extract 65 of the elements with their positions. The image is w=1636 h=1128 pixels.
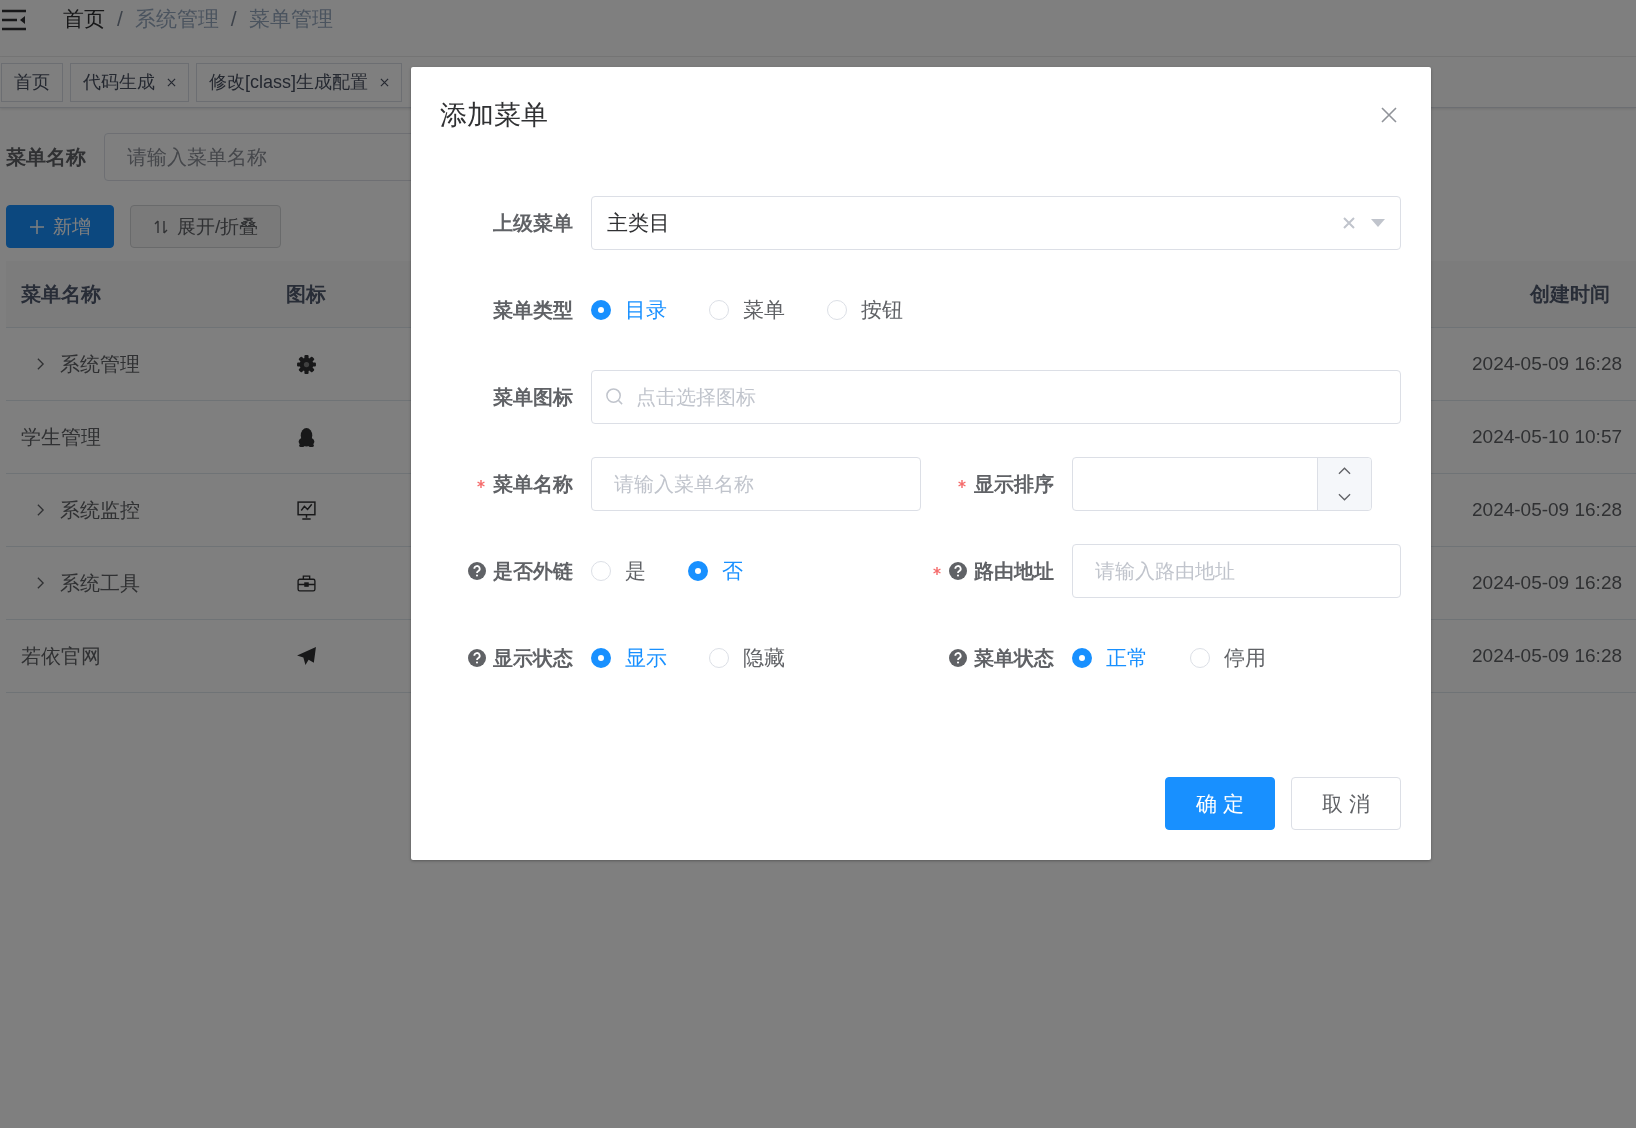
close-icon[interactable] bbox=[1381, 107, 1397, 123]
sort-arrows-icon bbox=[153, 218, 169, 235]
toolbar-button[interactable]: 新增 bbox=[6, 205, 114, 248]
table-cell-text: 2024-05-09 16:28 bbox=[1472, 499, 1623, 521]
table-cell-text: 2024-05-09 16:28 bbox=[1472, 572, 1623, 594]
briefcase-icon bbox=[295, 572, 317, 594]
paper-plane-icon bbox=[295, 645, 317, 667]
column-header: 图标 bbox=[285, 281, 327, 307]
dialog-button[interactable]: 取 消 bbox=[1291, 777, 1401, 830]
close-icon[interactable] bbox=[380, 77, 389, 87]
field-label: 菜单状态 bbox=[973, 645, 1054, 671]
table-cell-text: 2024-05-10 10:57 bbox=[1472, 426, 1623, 448]
page-tab[interactable]: 修改[class]生成配置 bbox=[196, 62, 402, 102]
field-label: 上级菜单 bbox=[493, 210, 573, 236]
monitor-chart-icon bbox=[295, 499, 317, 521]
table-cell-text: 系统工具 bbox=[60, 570, 140, 596]
field-label: 菜单图标 bbox=[493, 384, 573, 410]
close-icon[interactable] bbox=[167, 77, 176, 87]
table-cell-text: 学生管理 bbox=[21, 424, 101, 450]
search-label: 菜单名称 bbox=[6, 144, 86, 170]
radio-option[interactable]: 目录 bbox=[591, 296, 667, 324]
help-icon[interactable] bbox=[468, 649, 486, 667]
expand-chevron-icon[interactable] bbox=[36, 576, 45, 590]
radio-option[interactable]: 显示 bbox=[591, 644, 667, 672]
expand-chevron-icon[interactable] bbox=[36, 503, 45, 517]
search-icon bbox=[605, 387, 624, 406]
radio-option[interactable]: 是 bbox=[591, 557, 646, 585]
help-icon[interactable] bbox=[468, 562, 486, 580]
radio-option[interactable]: 隐藏 bbox=[709, 644, 785, 672]
page-tab[interactable]: 首页 bbox=[1, 62, 63, 102]
breadcrumb-item[interactable]: 首页 bbox=[63, 5, 105, 33]
table-cell-text: 若依官网 bbox=[21, 643, 101, 669]
table-cell-text: 系统管理 bbox=[60, 351, 140, 377]
radio-option[interactable]: 菜单 bbox=[709, 296, 785, 324]
help-icon[interactable] bbox=[948, 649, 967, 667]
icon-picker-field[interactable]: 点击选择图标 bbox=[591, 370, 1401, 424]
field-label: 显示状态 bbox=[493, 645, 573, 671]
dialog-button[interactable]: 确 定 bbox=[1165, 777, 1275, 830]
help-icon[interactable] bbox=[948, 562, 967, 580]
field-label: 显示排序 bbox=[973, 471, 1054, 497]
table-cell-text: 2024-05-09 16:28 bbox=[1472, 645, 1623, 667]
text-field[interactable]: 请输入路由地址 bbox=[1071, 544, 1401, 598]
field-label: 菜单名称 bbox=[493, 471, 573, 497]
breadcrumb-separator: / bbox=[117, 7, 123, 31]
radio-option[interactable]: 否 bbox=[688, 557, 743, 585]
text-field[interactable]: 请输入菜单名称 bbox=[591, 457, 921, 511]
radio-option[interactable]: 正常 bbox=[1071, 644, 1148, 672]
decrease-icon[interactable] bbox=[1337, 493, 1351, 501]
expand-chevron-icon[interactable] bbox=[36, 357, 45, 371]
breadcrumb-separator: / bbox=[230, 7, 237, 31]
radio-option[interactable]: 按钮 bbox=[827, 296, 903, 324]
column-header: 创建时间 bbox=[1528, 281, 1611, 307]
increase-icon[interactable] bbox=[1337, 467, 1351, 475]
page-tab[interactable]: 代码生成 bbox=[70, 62, 189, 102]
menu-fold-icon[interactable] bbox=[1, 9, 27, 31]
field-label: 路由地址 bbox=[973, 558, 1054, 584]
table-cell-text: 2024-05-09 16:28 bbox=[1472, 353, 1623, 375]
radio-option[interactable]: 停用 bbox=[1189, 644, 1266, 672]
field-label: 菜单类型 bbox=[493, 297, 573, 323]
field-label: 是否外链 bbox=[493, 558, 573, 584]
table-cell-text: 系统监控 bbox=[60, 497, 140, 523]
toolbar-button[interactable]: 展开/折叠 bbox=[130, 205, 282, 248]
column-header: 菜单名称 bbox=[20, 281, 102, 307]
plus-icon bbox=[29, 218, 45, 235]
dialog-title: 添加菜单 bbox=[440, 99, 548, 132]
